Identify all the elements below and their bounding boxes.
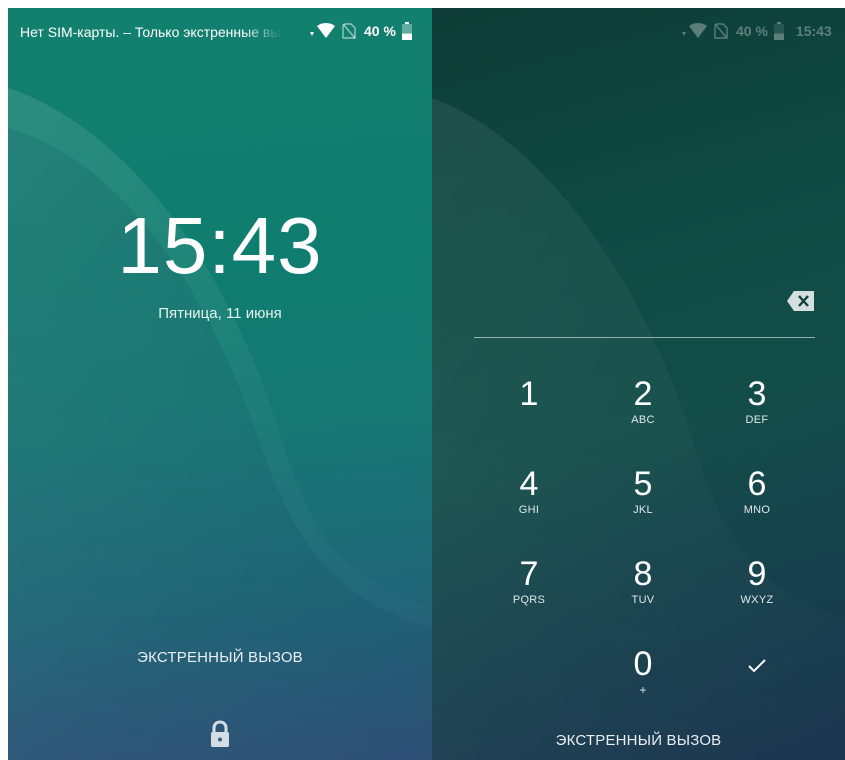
key-empty xyxy=(472,640,586,730)
lock-date: Пятница, 11 июня xyxy=(158,305,282,322)
wifi-icon xyxy=(310,23,335,38)
key-digit: 7 xyxy=(519,555,539,593)
status-clock: 15:43 xyxy=(795,23,832,39)
enter-key[interactable] xyxy=(700,640,814,730)
no-sim-icon xyxy=(714,23,728,39)
key-1[interactable]: 1 xyxy=(472,370,586,460)
pin-screen: 40 % 15:43 1 2 ABC 3 DEF 4 GHI 5 JKL 6 M… xyxy=(432,8,845,760)
key-digit: 8 xyxy=(633,555,653,593)
battery-percent: 40 % xyxy=(364,23,396,39)
key-letters: DEF xyxy=(745,414,769,426)
status-icons: 40 % 15:43 xyxy=(680,20,832,42)
battery-percent: 40 % xyxy=(736,23,768,39)
key-digit: 0 xyxy=(633,645,653,683)
key-digit: 9 xyxy=(747,555,767,593)
key-letters: JKL xyxy=(633,504,653,516)
key-digit: 3 xyxy=(747,375,767,413)
key-letters: ABC xyxy=(631,414,655,426)
key-2[interactable]: 2 ABC xyxy=(586,370,700,460)
key-digit: 2 xyxy=(633,375,653,413)
lock-clock: 15:43 xyxy=(117,201,323,290)
check-icon xyxy=(748,659,766,673)
key-5[interactable]: 5 JKL xyxy=(586,460,700,550)
key-letters: + xyxy=(639,683,647,697)
carrier-text: Нет SIM-карты. – Только экстренные вызов… xyxy=(20,24,282,40)
key-letters: MNO xyxy=(743,504,771,516)
key-0[interactable]: 0 + xyxy=(586,640,700,730)
key-7[interactable]: 7 PQRS xyxy=(472,550,586,640)
lock-icon[interactable] xyxy=(207,720,233,748)
emergency-call-button[interactable]: ЭКСТРЕННЫЙ ВЫЗОВ xyxy=(432,732,845,749)
key-digit: 6 xyxy=(747,465,767,503)
key-8[interactable]: 8 TUV xyxy=(586,550,700,640)
key-letters: GHI xyxy=(518,504,540,516)
key-digit: 5 xyxy=(633,465,653,503)
key-digit: 1 xyxy=(519,375,539,413)
battery-icon xyxy=(401,22,412,40)
pin-entry-field[interactable] xyxy=(474,337,815,338)
status-bar: 40 % 15:43 xyxy=(432,8,845,56)
battery-icon xyxy=(773,22,784,40)
key-4[interactable]: 4 GHI xyxy=(472,460,586,550)
status-icons: 40 % xyxy=(308,20,412,42)
key-9[interactable]: 9 WXYZ xyxy=(700,550,814,640)
wifi-icon xyxy=(682,23,707,38)
key-6[interactable]: 6 MNO xyxy=(700,460,814,550)
key-letters: TUV xyxy=(631,594,655,606)
key-3[interactable]: 3 DEF xyxy=(700,370,814,460)
wallpaper-wave xyxy=(8,88,432,760)
lock-screen: Нет SIM-карты. – Только экстренные вызов… xyxy=(8,8,432,760)
emergency-call-button[interactable]: ЭКСТРЕННЫЙ ВЫЗОВ xyxy=(8,649,432,666)
backspace-icon[interactable] xyxy=(786,289,816,313)
key-letters: WXYZ xyxy=(740,594,774,606)
key-digit: 4 xyxy=(519,465,539,503)
no-sim-icon xyxy=(342,23,356,39)
key-letters: PQRS xyxy=(512,594,546,606)
pin-keypad: 1 2 ABC 3 DEF 4 GHI 5 JKL 6 MNO 7 PQRS 8 xyxy=(472,370,815,730)
status-bar: Нет SIM-карты. – Только экстренные вызов… xyxy=(8,8,432,56)
